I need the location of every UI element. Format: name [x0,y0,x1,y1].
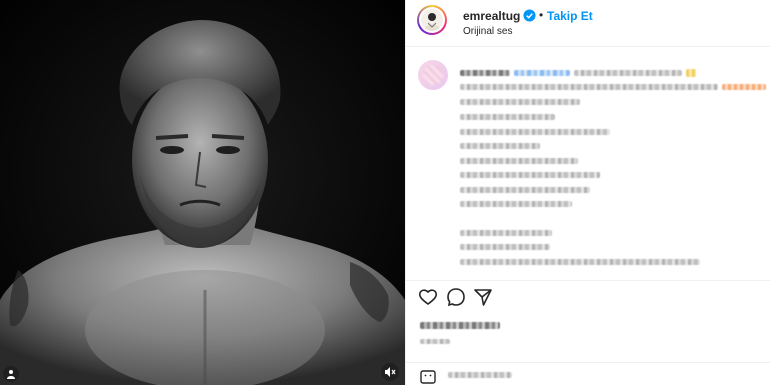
heart-icon[interactable] [418,287,438,307]
post-actions [406,280,770,310]
comment-icon[interactable] [446,287,466,307]
caption-avatar[interactable] [418,60,448,90]
verified-badge-icon [523,9,536,27]
avatar[interactable] [417,5,447,35]
post-side-panel: emrealtug • Takip Et Orijinal ses [405,0,770,385]
separator-dot: • [539,8,544,22]
comment-input-placeholder-blurred[interactable] [448,372,512,378]
post-header: emrealtug • Takip Et Orijinal ses [406,0,770,47]
portrait-photo [0,0,405,385]
post-media[interactable] [0,0,405,385]
comment-bar [406,362,770,385]
user-tag-icon[interactable] [3,366,19,382]
follow-button[interactable]: Takip Et [547,9,593,23]
instagram-post-modal: emrealtug • Takip Et Orijinal ses [0,0,770,385]
paper-plane-icon[interactable] [473,287,493,307]
speaker-muted-icon[interactable] [381,363,399,381]
emoji-icon[interactable] [420,370,436,384]
audio-label[interactable]: Orijinal ses [463,26,512,37]
username[interactable]: emrealtug [463,9,520,23]
